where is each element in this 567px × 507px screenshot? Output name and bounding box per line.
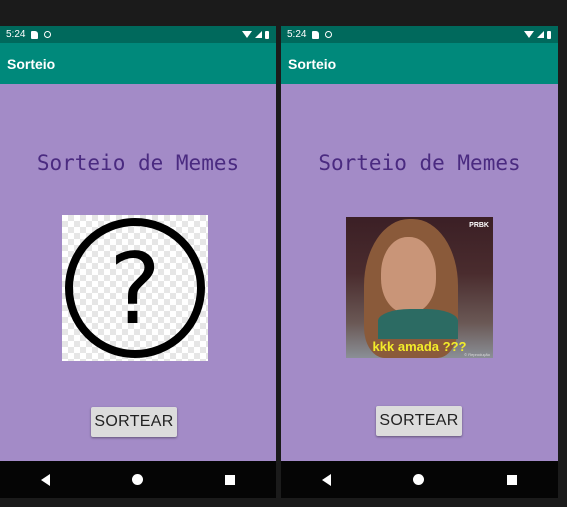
status-time: 5:24 [6,29,26,40]
signal-icon [255,31,262,38]
sync-icon [325,31,333,38]
wifi-icon [524,31,534,38]
phone-screen-left: 5:24 Sorteio Sorteio de Memes ? SORTEAR [0,26,276,498]
navigation-bar [281,461,558,498]
meme-credit: © Reprodução [464,352,490,357]
app-bar: Sorteio [0,43,276,84]
sortear-button[interactable]: SORTEAR [376,406,462,436]
meme-photo-shirt [378,309,458,339]
question-mark-glyph: ? [109,233,161,347]
nav-back-icon[interactable] [41,473,50,486]
app-title: Sorteio [288,55,337,72]
nav-back-icon[interactable] [322,473,332,486]
nav-recent-icon[interactable] [506,474,517,485]
page-heading: Sorteio de Memes [318,151,521,175]
meme-logo: PRBK [469,222,489,229]
status-bar: 5:24 [0,26,276,43]
sd-card-icon [31,30,39,39]
battery-icon [265,30,269,39]
meme-image: PRBK kkk amada ??? © Reprodução [346,217,493,358]
sd-card-icon [312,30,320,39]
sync-icon [44,31,52,38]
wifi-icon [242,31,252,38]
phone-screen-right: 5:24 Sorteio Sorteio de Memes PRBK kkk a… [281,26,558,498]
question-mark-icon: ? [65,218,205,358]
app-bar: Sorteio [281,43,558,84]
app-title: Sorteio [7,55,56,72]
meme-photo-face [381,237,436,313]
sortear-button[interactable]: SORTEAR [91,407,177,437]
status-time: 5:24 [287,29,307,40]
nav-recent-icon[interactable] [225,474,235,485]
navigation-bar [0,461,276,498]
nav-home-icon[interactable] [132,474,143,485]
nav-home-icon[interactable] [413,474,425,485]
signal-icon [537,31,544,38]
meme-image-placeholder: ? [62,215,208,361]
battery-icon [547,30,551,39]
page-heading: Sorteio de Memes [36,151,240,175]
status-bar: 5:24 [281,26,558,43]
